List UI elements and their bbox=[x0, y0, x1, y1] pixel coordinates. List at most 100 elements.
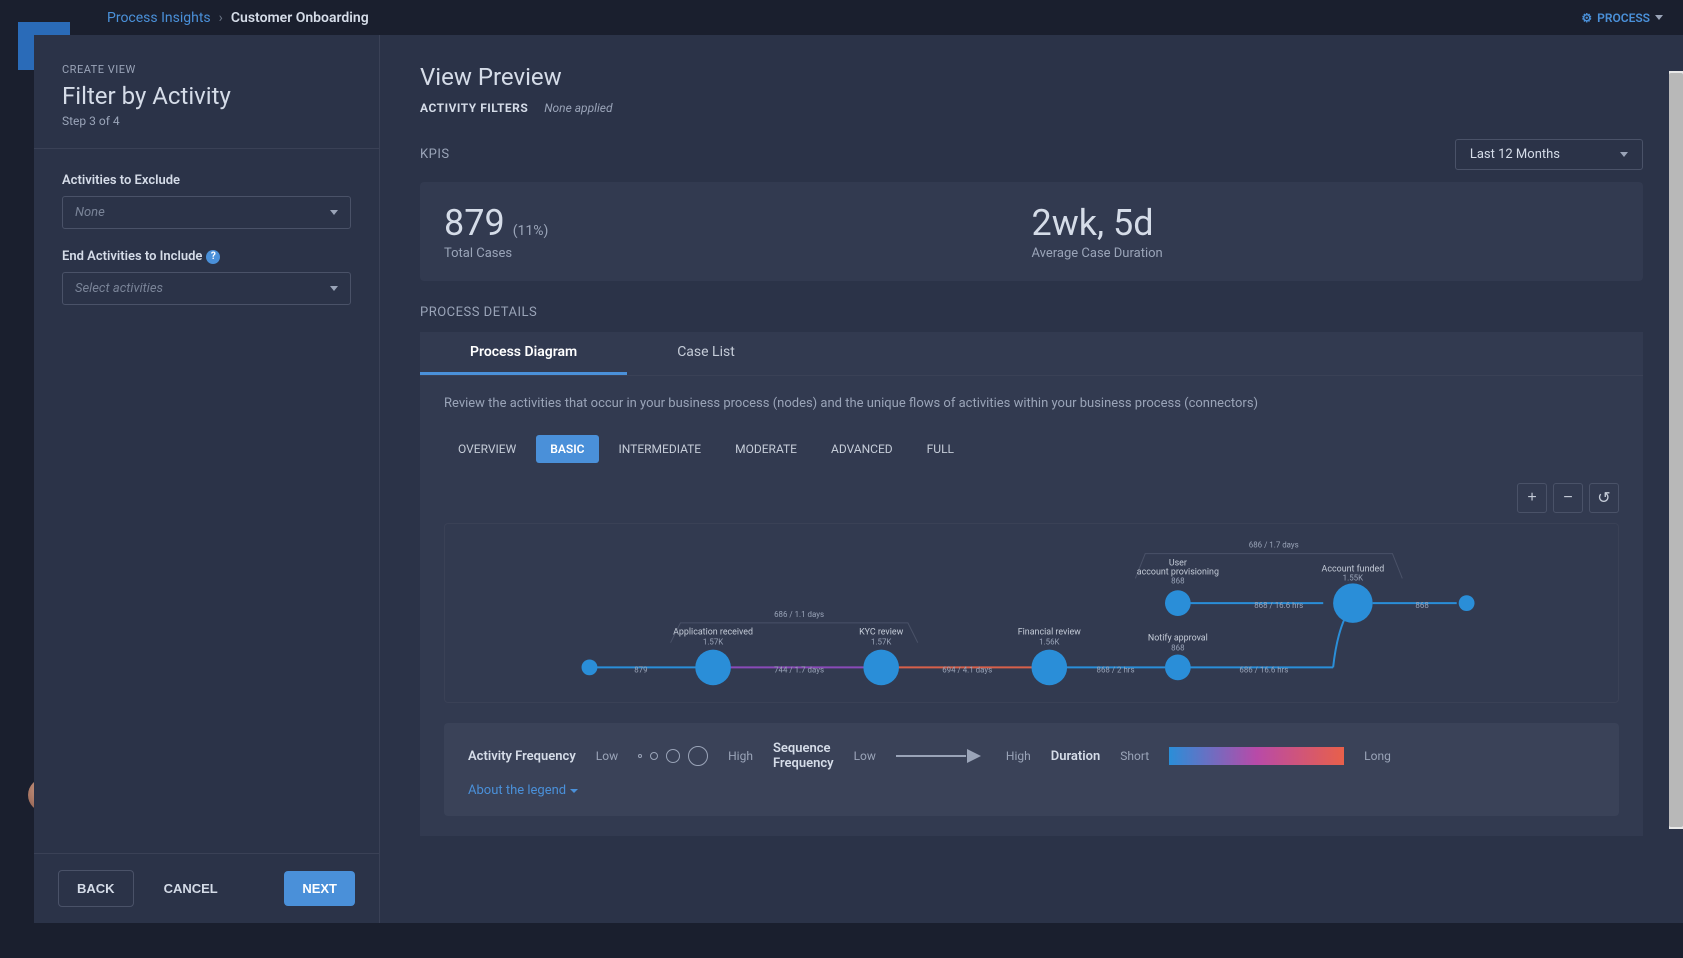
time-range-dropdown[interactable]: Last 12 Months bbox=[1455, 139, 1643, 170]
include-label-text: End Activities to Include bbox=[62, 249, 202, 264]
kpi-avg-duration: 2wk, 5d Average Case Duration bbox=[1032, 202, 1620, 261]
diagram-svg: 879 Application received 1.57K 744 / 1.7… bbox=[445, 524, 1618, 702]
pill-basic[interactable]: BASIC bbox=[536, 435, 598, 463]
svg-text:868: 868 bbox=[1171, 644, 1185, 653]
wizard-footer: BACK CANCEL NEXT bbox=[34, 853, 379, 923]
exclude-dropdown[interactable]: None bbox=[62, 196, 351, 229]
exclude-label: Activities to Exclude bbox=[62, 173, 351, 188]
process-details-label: PROCESS DETAILS bbox=[420, 305, 1643, 320]
svg-text:868: 868 bbox=[1415, 601, 1429, 610]
wizard-header: CREATE VIEW Filter by Activity Step 3 of… bbox=[34, 35, 379, 149]
svg-text:Notify approval: Notify approval bbox=[1148, 634, 1208, 644]
activity-filters-row: ACTIVITY FILTERS None applied bbox=[420, 101, 1643, 115]
svg-text:868 / 2 hrs: 868 / 2 hrs bbox=[1097, 665, 1135, 674]
chevron-down-icon bbox=[570, 789, 578, 793]
svg-text:694 / 4.1 days: 694 / 4.1 days bbox=[942, 665, 992, 674]
breadcrumb-current: Customer Onboarding bbox=[231, 10, 369, 26]
tab-content: Review the activities that occur in your… bbox=[420, 376, 1643, 836]
zoom-out-button[interactable]: − bbox=[1553, 483, 1583, 513]
detail-level-pills: OVERVIEW BASIC INTERMEDIATE MODERATE ADV… bbox=[444, 435, 1619, 463]
svg-text:1.56K: 1.56K bbox=[1039, 638, 1059, 647]
svg-text:Financial review: Financial review bbox=[1018, 628, 1081, 638]
activity-filters-label: ACTIVITY FILTERS bbox=[420, 101, 528, 115]
kpi2-label: Average Case Duration bbox=[1032, 246, 1620, 261]
preview-panel: View Preview ACTIVITY FILTERS None appli… bbox=[380, 35, 1683, 923]
include-dropdown[interactable]: Select activities bbox=[62, 272, 351, 305]
wizard-left-panel: CREATE VIEW Filter by Activity Step 3 of… bbox=[34, 35, 380, 923]
caret-down-icon bbox=[1655, 15, 1663, 20]
freq-circles-icon bbox=[638, 746, 708, 766]
include-label: End Activities to Include ? bbox=[62, 249, 351, 264]
next-button[interactable]: NEXT bbox=[284, 871, 355, 906]
kpis-header-row: KPIS Last 12 Months bbox=[420, 139, 1643, 170]
svg-text:1.57K: 1.57K bbox=[703, 638, 723, 647]
tab-case-list[interactable]: Case List bbox=[627, 332, 785, 375]
legend-long: Long bbox=[1364, 749, 1391, 763]
svg-text:868: 868 bbox=[1171, 576, 1185, 585]
kpi1-pct: (11%) bbox=[513, 223, 549, 239]
about-legend-label: About the legend bbox=[468, 783, 566, 798]
pill-advanced[interactable]: ADVANCED bbox=[817, 435, 907, 463]
time-range-value: Last 12 Months bbox=[1470, 147, 1560, 162]
breadcrumb: Process Insights › Customer Onboarding bbox=[107, 10, 369, 26]
legend-activity-freq: Activity Frequency bbox=[468, 749, 576, 764]
duration-gradient-icon bbox=[1169, 747, 1344, 765]
svg-text:1.55K: 1.55K bbox=[1343, 573, 1363, 582]
kpi1-label: Total Cases bbox=[444, 246, 1032, 261]
process-menu-label: PROCESS bbox=[1597, 11, 1650, 25]
help-icon[interactable]: ? bbox=[206, 250, 220, 264]
pill-intermediate[interactable]: INTERMEDIATE bbox=[605, 435, 716, 463]
legend-seq-low: Low bbox=[854, 749, 876, 763]
back-button[interactable]: BACK bbox=[58, 870, 134, 907]
activity-filters-value: None applied bbox=[544, 101, 612, 115]
svg-text:686 / 1.1 days: 686 / 1.1 days bbox=[774, 610, 824, 619]
caret-down-icon bbox=[330, 286, 338, 291]
exclude-value: None bbox=[75, 205, 105, 220]
wizard-title: Filter by Activity bbox=[62, 82, 351, 110]
preview-title: View Preview bbox=[420, 63, 1643, 91]
legend-high: High bbox=[728, 749, 753, 763]
cancel-button[interactable]: CANCEL bbox=[146, 870, 236, 907]
kpi2-value: 2wk, 5d bbox=[1032, 202, 1154, 244]
legend-low: Low bbox=[596, 749, 618, 763]
scrollbar[interactable] bbox=[1669, 71, 1683, 829]
wizard-modal: CREATE VIEW Filter by Activity Step 3 of… bbox=[34, 35, 1683, 923]
kpi1-value: 879 bbox=[444, 202, 505, 244]
gear-icon: ⚙ bbox=[1581, 11, 1592, 25]
wizard-eyebrow: CREATE VIEW bbox=[62, 63, 351, 76]
detail-tabs: Process Diagram Case List bbox=[420, 332, 1643, 376]
legend-seq-high: High bbox=[1006, 749, 1031, 763]
svg-text:KYC review: KYC review bbox=[859, 628, 903, 638]
process-diagram[interactable]: 879 Application received 1.57K 744 / 1.7… bbox=[444, 523, 1619, 703]
legend-box: Activity Frequency Low High SequenceFreq… bbox=[444, 723, 1619, 816]
about-legend-toggle[interactable]: About the legend bbox=[468, 783, 1595, 798]
caret-down-icon bbox=[330, 210, 338, 215]
svg-text:744 / 1.7 days: 744 / 1.7 days bbox=[774, 665, 824, 674]
caret-down-icon bbox=[1620, 152, 1628, 157]
svg-text:686 / 1.7 days: 686 / 1.7 days bbox=[1249, 541, 1299, 550]
wizard-step: Step 3 of 4 bbox=[62, 114, 351, 128]
breadcrumb-separator: › bbox=[219, 10, 223, 26]
kpi-card: 879 (11%) Total Cases 2wk, 5d Average Ca… bbox=[420, 182, 1643, 281]
kpi-total-cases: 879 (11%) Total Cases bbox=[444, 202, 1032, 261]
legend-duration: Duration bbox=[1051, 749, 1101, 764]
svg-text:879: 879 bbox=[634, 665, 647, 674]
legend-seq-freq: SequenceFrequency bbox=[773, 741, 834, 771]
svg-text:686 / 16.6 hrs: 686 / 16.6 hrs bbox=[1239, 665, 1288, 674]
breadcrumb-link[interactable]: Process Insights bbox=[107, 10, 211, 26]
process-menu[interactable]: ⚙ PROCESS bbox=[1581, 11, 1663, 25]
include-value: Select activities bbox=[75, 281, 163, 296]
pill-overview[interactable]: OVERVIEW bbox=[444, 435, 530, 463]
svg-text:Application received: Application received bbox=[673, 628, 753, 638]
tab-process-diagram[interactable]: Process Diagram bbox=[420, 332, 627, 375]
zoom-in-button[interactable]: + bbox=[1517, 483, 1547, 513]
pill-full[interactable]: FULL bbox=[913, 435, 968, 463]
zoom-reset-button[interactable]: ↺ bbox=[1589, 483, 1619, 513]
topbar: Process Insights › Customer Onboarding ⚙… bbox=[0, 0, 1683, 35]
wizard-body: Activities to Exclude None End Activitie… bbox=[34, 149, 379, 853]
svg-text:1.57K: 1.57K bbox=[871, 638, 891, 647]
pill-moderate[interactable]: MODERATE bbox=[721, 435, 811, 463]
zoom-controls: + − ↺ bbox=[444, 483, 1619, 513]
seq-arrow-icon bbox=[896, 749, 986, 763]
legend-short: Short bbox=[1120, 749, 1149, 763]
